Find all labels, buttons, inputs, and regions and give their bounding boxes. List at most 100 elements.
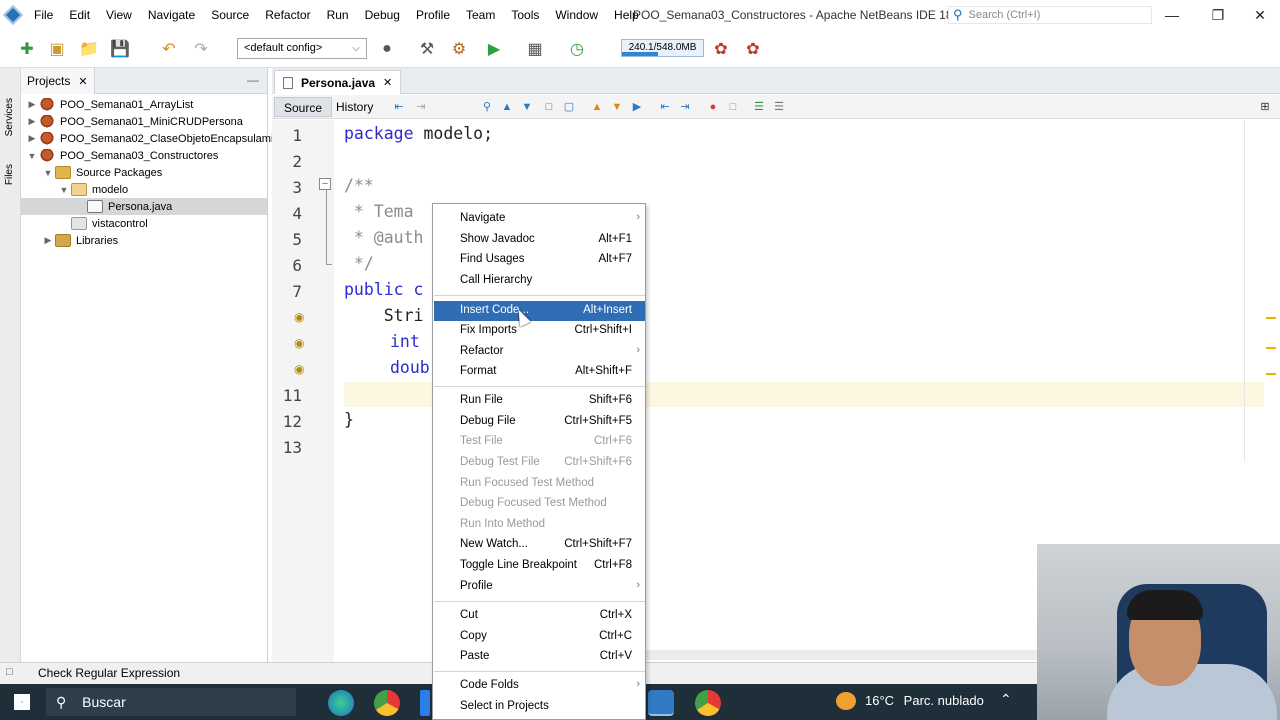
chrome-profile-icon[interactable] bbox=[695, 690, 721, 716]
run-project-icon[interactable]: ▶ bbox=[483, 38, 505, 60]
back-icon[interactable]: ⇤ bbox=[392, 100, 406, 114]
fold-collapse-icon[interactable]: – bbox=[319, 178, 331, 190]
menu-item-new-watch[interactable]: New Watch... Ctrl+Shift+F7 bbox=[434, 535, 645, 555]
expand-icon[interactable]: ▶ bbox=[25, 133, 39, 144]
menu-item-code-folds[interactable]: Code Folds › bbox=[434, 676, 645, 696]
menu-edit[interactable]: Edit bbox=[61, 0, 98, 30]
warning-bulb-icon[interactable]: ◉ bbox=[294, 336, 304, 350]
menu-source[interactable]: Source bbox=[203, 0, 257, 30]
tree-project-minicrud[interactable]: ▶ POO_Semana01_MiniCRUDPersona bbox=[25, 113, 243, 130]
warning-bulb-icon[interactable]: ◉ bbox=[294, 310, 304, 324]
services-tab[interactable]: Services bbox=[4, 98, 15, 136]
comment-icon[interactable]: ☰ bbox=[752, 100, 766, 114]
prev-bookmark-icon[interactable]: ▲ bbox=[590, 100, 604, 114]
menu-tools[interactable]: Tools bbox=[503, 0, 547, 30]
menu-item-navigate[interactable]: Navigate › bbox=[434, 209, 645, 229]
tree-project-arraylist[interactable]: ▶ POO_Semana01_ArrayList bbox=[25, 96, 193, 113]
menu-item-refactor[interactable]: Refactor › bbox=[434, 342, 645, 362]
projects-tab[interactable]: Projects ✕ bbox=[21, 68, 95, 94]
menu-item-insert-code[interactable]: Insert Code... Alt+Insert bbox=[434, 301, 645, 321]
error-stripe-mark[interactable] bbox=[1266, 317, 1276, 319]
weather-widget[interactable]: 16°C Parc. nublado bbox=[865, 693, 984, 708]
close-icon[interactable]: ✕ bbox=[383, 76, 392, 89]
chrome-icon[interactable] bbox=[374, 690, 400, 716]
menu-team[interactable]: Team bbox=[458, 0, 503, 30]
menu-item-fix-imports[interactable]: Fix Imports Ctrl+Shift+I bbox=[434, 321, 645, 341]
debug-project-icon[interactable]: ▦ bbox=[524, 38, 546, 60]
close-window-button[interactable]: ✕ bbox=[1238, 0, 1280, 30]
split-editor-icon[interactable]: ⊞ bbox=[1258, 100, 1272, 114]
tree-project-constructores[interactable]: ▼ POO_Semana03_Constructores bbox=[25, 147, 218, 164]
menu-item-paste[interactable]: Paste Ctrl+V bbox=[434, 647, 645, 667]
warning-bulb-icon[interactable]: ◉ bbox=[294, 362, 304, 376]
error-stripe-mark[interactable] bbox=[1266, 373, 1276, 375]
uncomment-icon[interactable]: ☰ bbox=[772, 100, 786, 114]
menu-window[interactable]: Window bbox=[547, 0, 606, 30]
tab-source[interactable]: Source bbox=[274, 97, 333, 117]
config-dropdown[interactable]: <default config> ⌵ bbox=[237, 38, 367, 59]
collapse-icon[interactable]: ▼ bbox=[25, 151, 39, 161]
globe-icon[interactable]: ● bbox=[376, 38, 398, 60]
menu-file[interactable]: File bbox=[26, 0, 61, 30]
clean-build-icon[interactable]: ⚙ bbox=[448, 38, 470, 60]
find-next-icon[interactable]: ▼ bbox=[520, 100, 534, 114]
find-prev-icon[interactable]: ▲ bbox=[500, 100, 514, 114]
tree-libraries[interactable]: ▶ Libraries bbox=[41, 232, 118, 249]
menu-navigate[interactable]: Navigate bbox=[140, 0, 203, 30]
store-icon[interactable] bbox=[420, 690, 430, 716]
code-line-7[interactable]: public c bbox=[344, 280, 423, 299]
profiler-icon[interactable]: ✿ bbox=[742, 38, 764, 60]
close-icon[interactable]: ✕ bbox=[78, 75, 87, 88]
new-project-icon[interactable]: ▣ bbox=[46, 38, 68, 60]
toggle-highlight-icon[interactable]: □ bbox=[542, 100, 556, 114]
tree-package-vistacontrol[interactable]: vistacontrol bbox=[71, 215, 148, 232]
collapse-icon[interactable]: ▼ bbox=[41, 168, 55, 178]
code-line-9[interactable]: int bbox=[390, 332, 420, 351]
menu-item-toggle-breakpoint[interactable]: Toggle Line Breakpoint Ctrl+F8 bbox=[434, 556, 645, 576]
tab-history[interactable]: History bbox=[327, 97, 382, 117]
code-line-8[interactable]: Stri bbox=[344, 306, 424, 325]
taskbar-search[interactable]: ⚲ Buscar bbox=[46, 688, 296, 716]
forward-icon[interactable]: ⇥ bbox=[414, 100, 428, 114]
expand-icon[interactable]: ▶ bbox=[25, 116, 39, 127]
build-hammer-icon[interactable]: ⚒ bbox=[416, 38, 438, 60]
code-line-6[interactable]: */ bbox=[344, 254, 374, 273]
menu-item-format[interactable]: Format Alt+Shift+F bbox=[434, 362, 645, 382]
start-macro-icon[interactable]: ● bbox=[706, 100, 720, 114]
menu-item-profile[interactable]: Profile › bbox=[434, 577, 645, 597]
search-input[interactable]: ⚲ Search (Ctrl+I) bbox=[948, 6, 1152, 24]
edge-icon[interactable] bbox=[328, 690, 354, 716]
gc-icon[interactable]: ✿ bbox=[710, 38, 732, 60]
expand-icon[interactable]: ▶ bbox=[25, 99, 39, 110]
files-tab[interactable]: Files bbox=[4, 164, 15, 185]
tree-file-persona[interactable]: Persona.java bbox=[21, 198, 267, 215]
menu-refactor[interactable]: Refactor bbox=[257, 0, 318, 30]
menu-item-debug-file[interactable]: Debug File Ctrl+Shift+F5 bbox=[434, 412, 645, 432]
menu-view[interactable]: View bbox=[98, 0, 140, 30]
menu-item-call-hierarchy[interactable]: Call Hierarchy bbox=[434, 271, 645, 291]
code-line-10[interactable]: doub bbox=[390, 358, 430, 377]
error-stripe-mark[interactable] bbox=[1266, 347, 1276, 349]
code-line-4[interactable]: * Tema bbox=[344, 202, 414, 221]
menu-debug[interactable]: Debug bbox=[357, 0, 408, 30]
tree-project-semana02[interactable]: ▶ POO_Semana02_ClaseObjetoEncapsulami bbox=[25, 130, 273, 147]
minimize-button[interactable]: — bbox=[1150, 0, 1194, 30]
code-line-1[interactable]: package modelo; bbox=[344, 124, 493, 143]
menu-item-run-file[interactable]: Run File Shift+F6 bbox=[434, 391, 645, 411]
code-line-5[interactable]: * @auth bbox=[344, 228, 424, 247]
toggle-bookmark-icon[interactable]: ▶ bbox=[630, 100, 644, 114]
tree-package-modelo[interactable]: ▼ modelo bbox=[57, 181, 128, 198]
windows-start-icon[interactable] bbox=[14, 694, 30, 710]
collapse-icon[interactable]: ▼ bbox=[57, 185, 71, 195]
menu-item-copy[interactable]: Copy Ctrl+C bbox=[434, 627, 645, 647]
code-line-3[interactable]: /** bbox=[344, 176, 374, 195]
netbeans-taskbar-icon[interactable] bbox=[648, 690, 674, 716]
toggle-rect-select-icon[interactable]: ▢ bbox=[562, 100, 576, 114]
next-bookmark-icon[interactable]: ▼ bbox=[610, 100, 624, 114]
expand-icon[interactable]: ▶ bbox=[41, 235, 55, 246]
redo-icon[interactable]: ↷ bbox=[190, 38, 212, 60]
profile-project-icon[interactable]: ◷ bbox=[566, 38, 588, 60]
shift-left-icon[interactable]: ⇤ bbox=[658, 100, 672, 114]
menu-profile[interactable]: Profile bbox=[408, 0, 458, 30]
maximize-button[interactable]: ❐ bbox=[1196, 0, 1240, 30]
